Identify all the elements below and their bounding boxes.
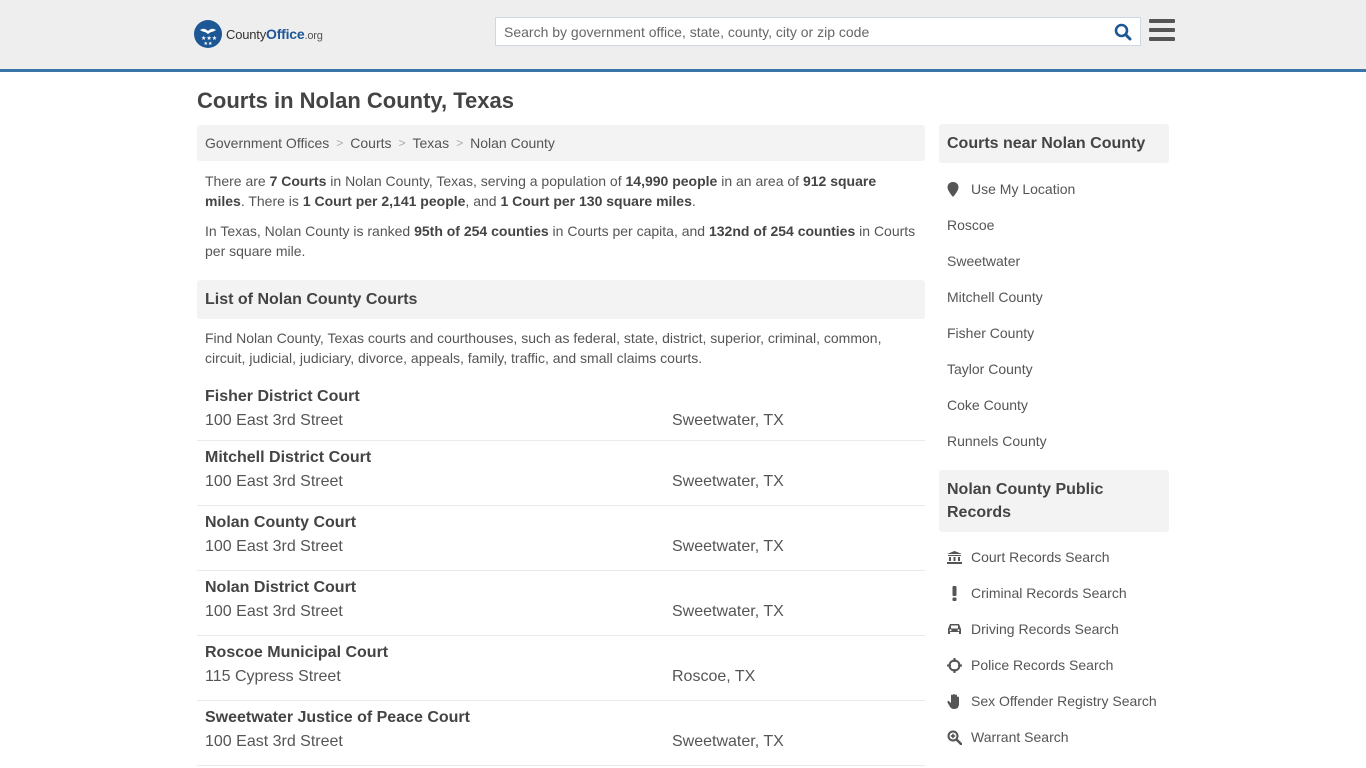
court-city: Sweetwater, TX	[672, 473, 784, 490]
records-item: Police Records Search	[947, 647, 1161, 683]
warrant-search-link[interactable]: Warrant Search	[971, 729, 1069, 745]
court-name-link[interactable]: Nolan District Court	[205, 578, 356, 598]
records-list: Court Records Search Criminal Records Se…	[939, 532, 1169, 755]
court-name-link[interactable]: Fisher District Court	[205, 387, 360, 407]
court-name-link[interactable]: Mitchell District Court	[205, 448, 371, 468]
records-item: Court Records Search	[947, 539, 1161, 575]
map-marker-icon	[947, 181, 971, 197]
nearby-link-runnels-county[interactable]: Runnels County	[947, 433, 1047, 449]
court-city: Sweetwater, TX	[672, 603, 784, 620]
use-location-item: Use My Location	[947, 171, 1161, 207]
nearby-item: Taylor County	[947, 351, 1161, 387]
site-logo[interactable]: ★★★ ★★ CountyOffice.org	[194, 20, 323, 48]
court-item: Roscoe Municipal Court 115 Cypress Stree…	[197, 636, 925, 701]
records-item: Driving Records Search	[947, 611, 1161, 647]
nearby-item: Roscoe	[947, 207, 1161, 243]
records-item: Warrant Search	[947, 719, 1161, 755]
court-city: Sweetwater, TX	[672, 538, 784, 555]
court-address: 100 East 3rd Street Sweetwater, TX	[205, 603, 784, 620]
nearby-item: Mitchell County	[947, 279, 1161, 315]
court-city: Sweetwater, TX	[672, 733, 784, 750]
court-address: 100 East 3rd Street Sweetwater, TX	[205, 538, 784, 555]
police-records-search-link[interactable]: Police Records Search	[971, 657, 1113, 673]
breadcrumb-courts[interactable]: Courts	[350, 135, 391, 151]
zoom-in-icon	[947, 730, 971, 745]
court-name-link[interactable]: Nolan County Court	[205, 513, 356, 533]
breadcrumb-texas[interactable]: Texas	[413, 135, 450, 151]
court-city: Roscoe, TX	[672, 668, 756, 685]
exclamation-icon	[947, 585, 971, 601]
courthouse-icon	[947, 550, 971, 564]
court-item: Nolan District Court 100 East 3rd Street…	[197, 571, 925, 636]
site-header: ★★★ ★★ CountyOffice.org	[0, 0, 1366, 72]
records-item: Criminal Records Search	[947, 575, 1161, 611]
summary-text: There are 7 Courts in Nolan County, Texa…	[205, 173, 877, 209]
court-list: Fisher District Court 100 East 3rd Stree…	[197, 387, 925, 766]
breadcrumb-nolan-county: Nolan County	[470, 135, 555, 151]
nearby-item: Sweetwater	[947, 243, 1161, 279]
court-item: Mitchell District Court 100 East 3rd Str…	[197, 441, 925, 506]
breadcrumb: Government Offices > Courts > Texas > No…	[197, 125, 925, 161]
search-input[interactable]	[496, 18, 1106, 45]
court-item: Fisher District Court 100 East 3rd Stree…	[197, 387, 925, 441]
records-heading: Nolan County Public Records	[939, 470, 1169, 532]
hamburger-menu-icon[interactable]	[1149, 19, 1175, 43]
court-address: 100 East 3rd Street Sweetwater, TX	[205, 733, 784, 750]
court-address: 100 East 3rd Street Sweetwater, TX	[205, 473, 784, 490]
eagle-logo-icon: ★★★ ★★	[194, 20, 222, 48]
chevron-right-icon: >	[398, 136, 406, 150]
chevron-right-icon: >	[336, 136, 344, 150]
nearby-item: Runnels County	[947, 423, 1161, 459]
court-address: 115 Cypress Street Roscoe, TX	[205, 668, 756, 685]
sidebar: Courts near Nolan County Use My Location…	[939, 124, 1169, 755]
court-item: Sweetwater Justice of Peace Court 100 Ea…	[197, 701, 925, 766]
nearby-link-fisher-county[interactable]: Fisher County	[947, 325, 1034, 341]
court-name-link[interactable]: Roscoe Municipal Court	[205, 643, 388, 663]
court-city: Sweetwater, TX	[672, 412, 784, 429]
use-my-location-link[interactable]: Use My Location	[971, 181, 1075, 197]
search-icon	[1114, 23, 1132, 40]
breadcrumb-government-offices[interactable]: Government Offices	[205, 135, 329, 151]
ranking-text: In Texas, Nolan County is ranked 95th of…	[205, 223, 916, 259]
hand-icon	[947, 693, 971, 709]
nearby-link-roscoe[interactable]: Roscoe	[947, 217, 994, 233]
main-content: Courts in Nolan County, Texas Government…	[197, 72, 925, 766]
sex-offender-registry-search-link[interactable]: Sex Offender Registry Search	[971, 693, 1157, 709]
svg-text:★★: ★★	[204, 41, 213, 47]
records-item: Sex Offender Registry Search	[947, 683, 1161, 719]
court-address: 100 East 3rd Street Sweetwater, TX	[205, 412, 784, 429]
court-records-search-link[interactable]: Court Records Search	[971, 549, 1110, 565]
chevron-right-icon: >	[456, 136, 464, 150]
search-button[interactable]	[1106, 18, 1140, 45]
driving-records-search-link[interactable]: Driving Records Search	[971, 621, 1119, 637]
nearby-link-coke-county[interactable]: Coke County	[947, 397, 1028, 413]
nearby-item: Fisher County	[947, 315, 1161, 351]
car-icon	[947, 623, 971, 636]
list-description: Find Nolan County, Texas courts and cour…	[205, 330, 882, 366]
list-heading: List of Nolan County Courts	[197, 280, 925, 319]
court-item: Nolan County Court 100 East 3rd Street Sw…	[197, 506, 925, 571]
nearby-link-sweetwater[interactable]: Sweetwater	[947, 253, 1020, 269]
nearby-heading: Courts near Nolan County	[939, 124, 1169, 163]
court-name-link[interactable]: Sweetwater Justice of Peace Court	[205, 708, 470, 728]
logo-text: CountyOffice.org	[226, 26, 323, 42]
page-title: Courts in Nolan County, Texas	[197, 88, 514, 113]
nearby-item: Coke County	[947, 387, 1161, 423]
crosshairs-icon	[947, 657, 971, 673]
nearby-link-taylor-county[interactable]: Taylor County	[947, 361, 1033, 377]
public-records-section: Nolan County Public Records Court Record…	[939, 470, 1169, 755]
nearby-list: Use My Location Roscoe Sweetwater Mitche…	[939, 163, 1169, 459]
search-bar	[495, 17, 1141, 46]
nearby-link-mitchell-county[interactable]: Mitchell County	[947, 289, 1043, 305]
criminal-records-search-link[interactable]: Criminal Records Search	[971, 585, 1127, 601]
